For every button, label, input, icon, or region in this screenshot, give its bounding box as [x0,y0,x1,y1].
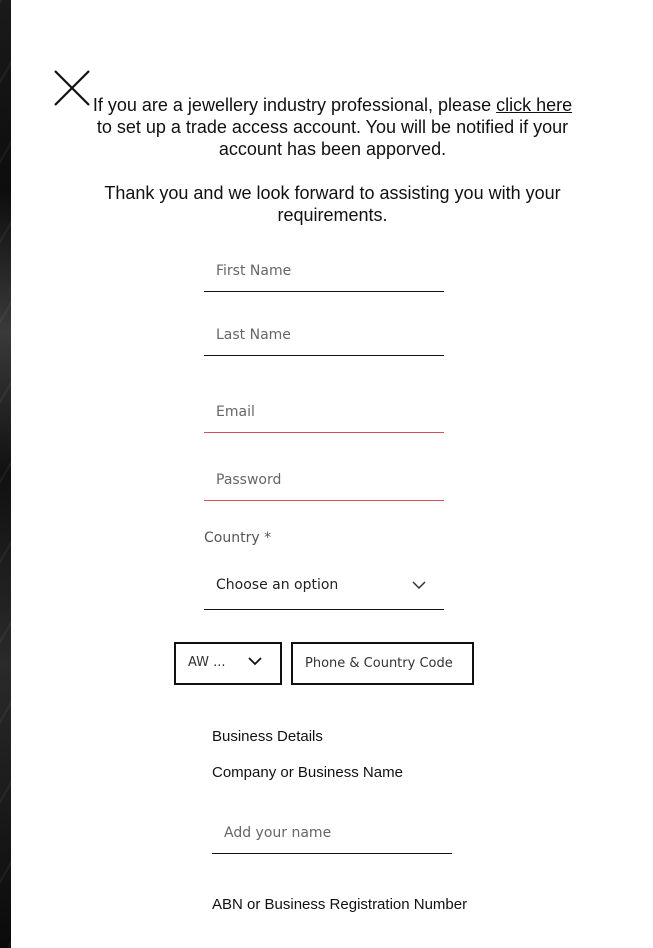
company-name-label: Company or Business Name [212,764,403,781]
country-dropdown[interactable]: Choose an option [204,566,444,610]
phone-input[interactable] [293,644,472,683]
thanks-paragraph: Thank you and we look forward to assisti… [104,183,561,225]
password-field [204,460,444,501]
click-here-link[interactable]: click here [496,95,572,115]
intro-paragraph: If you are a jewellery industry professi… [90,94,575,160]
password-input[interactable] [204,460,444,500]
first-name-field [204,251,444,292]
company-name-input[interactable] [212,813,452,853]
last-name-field [204,315,444,356]
business-details-heading: Business Details [212,728,323,745]
email-field [204,392,444,433]
last-name-input[interactable] [204,315,444,355]
country-label: Country * [204,530,272,546]
phone-field [291,642,474,685]
country-code-value: AW ... [188,655,226,670]
close-icon [54,70,90,106]
intro-text-before-link: If you are a jewellery industry professi… [92,95,497,115]
chevron-down-icon [412,581,426,590]
company-name-field [212,813,452,854]
background-strip [0,0,11,948]
intro-text: If you are a jewellery industry professi… [90,94,575,248]
close-button[interactable] [52,68,92,108]
first-name-input[interactable] [204,251,444,291]
country-selected-value: Choose an option [216,577,339,593]
chevron-down-icon [248,657,262,666]
email-input[interactable] [204,392,444,432]
abn-label: ABN or Business Registration Number [212,896,468,913]
intro-text-after-link: to set up a trade access account. You wi… [96,117,569,159]
country-code-dropdown[interactable]: AW ... [174,642,282,685]
